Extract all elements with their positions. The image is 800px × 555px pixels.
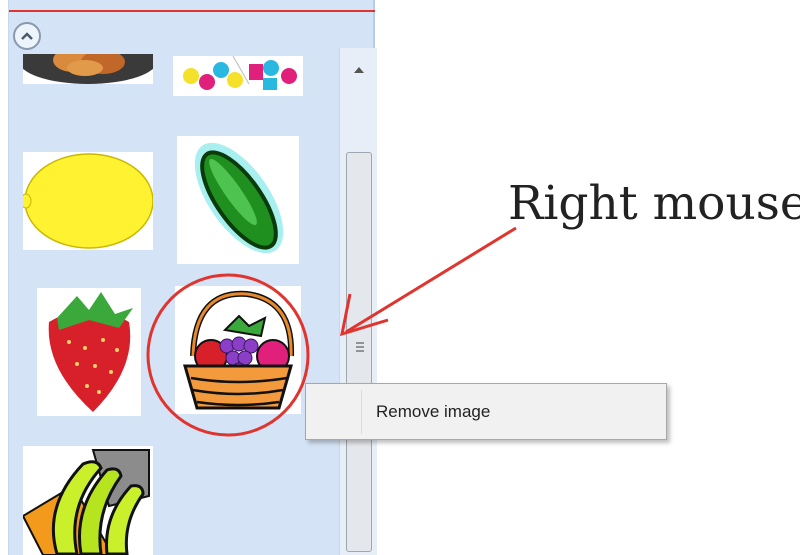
annotation-label: Right mouse xyxy=(508,176,800,231)
scroll-thumb[interactable] xyxy=(346,152,372,552)
remove-image-label: Remove image xyxy=(376,402,491,421)
context-menu: Remove image xyxy=(305,383,667,440)
panel-top-border xyxy=(9,10,375,12)
colorful-shapes-image[interactable] xyxy=(173,56,303,96)
collapse-button[interactable] xyxy=(13,22,41,50)
remove-image-menu-item[interactable]: Remove image xyxy=(310,394,664,428)
grip-icon xyxy=(356,342,364,352)
lemon-image[interactable] xyxy=(23,152,153,250)
fruit-basket-image[interactable] xyxy=(175,286,301,414)
food-plate-image[interactable] xyxy=(23,54,153,84)
strawberry-image[interactable] xyxy=(37,288,141,416)
chevron-up-icon xyxy=(21,32,33,40)
scroll-up-button[interactable] xyxy=(340,60,378,80)
bananas-image[interactable] xyxy=(23,446,153,555)
cucumber-image[interactable] xyxy=(177,136,299,264)
scroll-up-arrow-icon xyxy=(354,67,364,73)
vertical-scrollbar[interactable] xyxy=(339,48,377,555)
image-gallery-panel xyxy=(8,0,377,555)
